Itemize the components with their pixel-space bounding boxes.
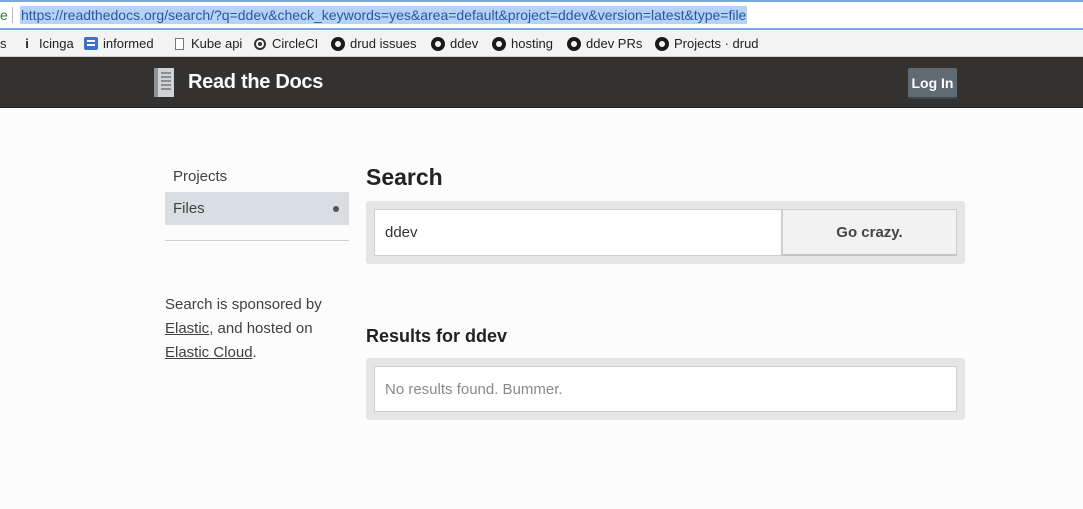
bookmark-label: informed bbox=[103, 36, 154, 51]
sponsor-text: , and hosted on bbox=[209, 320, 313, 337]
elastic-cloud-link[interactable]: Elastic Cloud bbox=[165, 344, 253, 361]
bookmark-label: ddev bbox=[450, 36, 479, 51]
bookmark-ddev[interactable]: ddev bbox=[431, 36, 478, 51]
bookmarks-bar: s i Icinga informed Kube api CircleCI dr… bbox=[0, 30, 1083, 57]
bookmark-projects-drud[interactable]: Projects · drud bbox=[655, 36, 759, 51]
bookmark-label: Projects · drud bbox=[674, 36, 759, 51]
login-button[interactable]: Log In bbox=[908, 68, 957, 99]
github-icon bbox=[431, 36, 445, 51]
bookmark-s[interactable]: s bbox=[0, 36, 7, 51]
github-icon bbox=[655, 36, 669, 51]
sponsor-note: Search is sponsored by Elastic, and host… bbox=[165, 293, 355, 365]
results-heading: Results for ddev bbox=[366, 326, 508, 346]
search-submit-button[interactable]: Go crazy. bbox=[782, 209, 957, 256]
bookmark-label: drud issues bbox=[350, 36, 417, 51]
active-dot-icon bbox=[333, 206, 339, 212]
book-logo-icon[interactable] bbox=[152, 67, 176, 98]
bookmark-icinga[interactable]: i Icinga bbox=[20, 36, 74, 51]
site-header: Read the Docs Log In bbox=[0, 57, 1083, 108]
github-icon bbox=[492, 36, 506, 51]
sidebar-item-label: Files bbox=[173, 200, 205, 217]
github-icon bbox=[331, 36, 345, 51]
sidebar-item-projects[interactable]: Projects bbox=[165, 160, 349, 192]
address-bar[interactable]: e https://readthedocs.org/search/?q=ddev… bbox=[0, 0, 1083, 30]
search-input[interactable] bbox=[374, 209, 782, 256]
bookmark-hosting[interactable]: hosting bbox=[492, 36, 553, 51]
icinga-icon: i bbox=[25, 36, 29, 51]
site-brand[interactable]: Read the Docs bbox=[188, 71, 323, 94]
bookmark-kube-api[interactable]: Kube api bbox=[172, 36, 242, 51]
bookmark-label: Icinga bbox=[39, 36, 74, 51]
sidebar-divider bbox=[165, 240, 349, 241]
bookmark-label: Kube api bbox=[191, 36, 243, 51]
circleci-icon bbox=[253, 37, 267, 51]
search-heading: Search bbox=[366, 164, 443, 190]
sponsor-text: Search is sponsored by bbox=[165, 296, 322, 313]
search-form: Go crazy. bbox=[366, 201, 965, 264]
sidebar-item-files[interactable]: Files bbox=[165, 192, 349, 225]
results-empty-message: No results found. Bummer. bbox=[374, 366, 957, 412]
bookmark-label: CircleCI bbox=[272, 36, 319, 51]
page-icon bbox=[172, 37, 186, 51]
github-icon bbox=[567, 36, 581, 51]
bookmark-drud-issues[interactable]: drud issues bbox=[331, 36, 416, 51]
sponsor-text: . bbox=[252, 344, 257, 361]
bookmark-label: hosting bbox=[511, 36, 553, 51]
bookmark-label: s bbox=[0, 36, 7, 51]
results-panel: No results found. Bummer. bbox=[366, 358, 965, 420]
bookmark-ddev-prs[interactable]: ddev PRs bbox=[567, 36, 642, 51]
informed-icon bbox=[84, 37, 98, 51]
address-bar-prefix: e bbox=[0, 7, 8, 23]
bookmark-label: ddev PRs bbox=[586, 36, 643, 51]
bookmark-informed[interactable]: informed bbox=[84, 36, 154, 51]
elastic-link[interactable]: Elastic bbox=[165, 320, 209, 337]
address-bar-url[interactable]: https://readthedocs.org/search/?q=ddev&c… bbox=[20, 6, 748, 24]
bookmark-circleci[interactable]: CircleCI bbox=[253, 36, 318, 51]
address-bar-separator bbox=[12, 7, 13, 23]
